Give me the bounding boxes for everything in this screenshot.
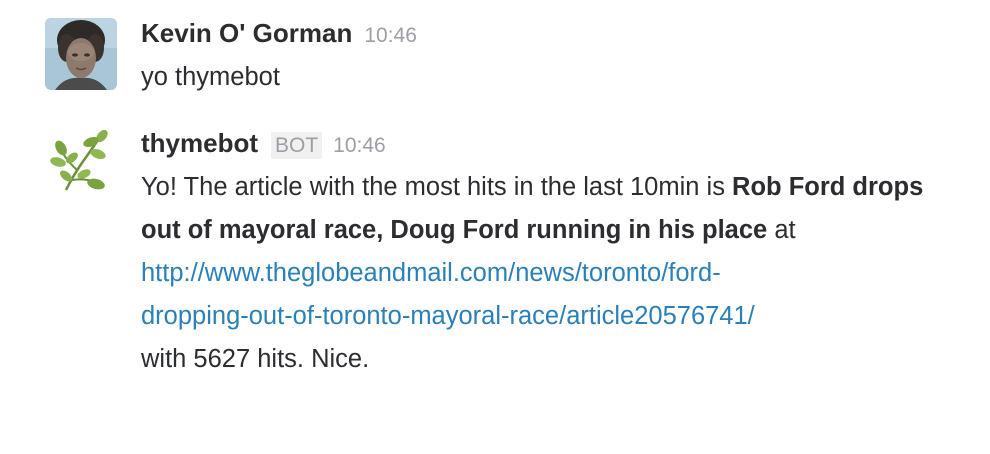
herb-sprig-icon-svg <box>50 129 108 191</box>
message-intro: Yo! The article with the most hits in th… <box>141 173 733 201</box>
message-text: Yo! The article with the most hits in th… <box>141 166 961 381</box>
message-at: at <box>767 216 796 244</box>
message-header: thymebot BOT 10:46 <box>141 128 961 166</box>
article-link[interactable]: http://www.theglobeandmail.com/news/toro… <box>141 259 755 330</box>
sender-name[interactable]: thymebot <box>141 128 258 159</box>
herb-sprig-icon[interactable] <box>44 128 116 200</box>
message-content: Kevin O' Gorman 10:46 yo thymebot <box>141 18 961 99</box>
message-text: yo thymebot <box>141 63 280 91</box>
article-link-line2: dropping-out-of-toronto-mayoral-race/art… <box>141 302 755 330</box>
timestamp[interactable]: 10:46 <box>364 24 417 48</box>
article-link-line1: http://www.theglobeandmail.com/news/toro… <box>141 259 721 287</box>
avatar[interactable] <box>45 18 117 90</box>
user-photo-avatar-icon <box>45 18 117 90</box>
message-content: thymebot BOT 10:46 Yo! The article with … <box>141 128 961 381</box>
bot-badge: BOT <box>271 132 323 159</box>
sender-name[interactable]: Kevin O' Gorman <box>141 18 352 49</box>
message-header: Kevin O' Gorman 10:46 <box>141 18 961 56</box>
message-outro: with 5627 hits. Nice. <box>141 345 370 373</box>
timestamp[interactable]: 10:46 <box>333 134 386 158</box>
